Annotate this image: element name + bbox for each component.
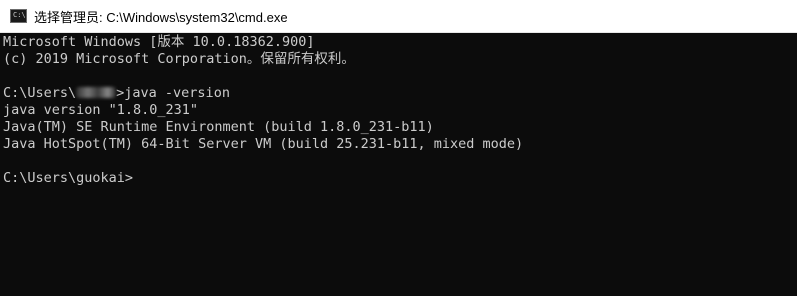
console-line: java version "1.8.0_231" [3, 102, 199, 118]
window-title: 选择管理员: C:\Windows\system32\cmd.exe [34, 9, 288, 25]
console-line: (c) 2019 Microsoft Corporation。保留所有权利。 [3, 51, 355, 67]
title-bar[interactable]: C:\ 选择管理员: C:\Windows\system32\cmd.exe [0, 0, 797, 33]
console-output[interactable]: Microsoft Windows [版本 10.0.18362.900] (c… [0, 33, 797, 296]
cmd-icon[interactable]: C:\ [10, 9, 27, 23]
console-line: Microsoft Windows [版本 10.0.18362.900] [3, 34, 315, 50]
prompt-path: C:\Users\ [3, 85, 77, 101]
command-text: >java -version [116, 85, 230, 101]
redacted-username [76, 87, 117, 98]
console-line: Java(TM) SE Runtime Environment (build 1… [3, 119, 434, 135]
console-line: Java HotSpot(TM) 64-Bit Server VM (build… [3, 136, 524, 152]
console-prompt[interactable]: C:\Users\guokai> [3, 170, 797, 187]
console-command-line: C:\Users\ >java -version [3, 85, 797, 102]
